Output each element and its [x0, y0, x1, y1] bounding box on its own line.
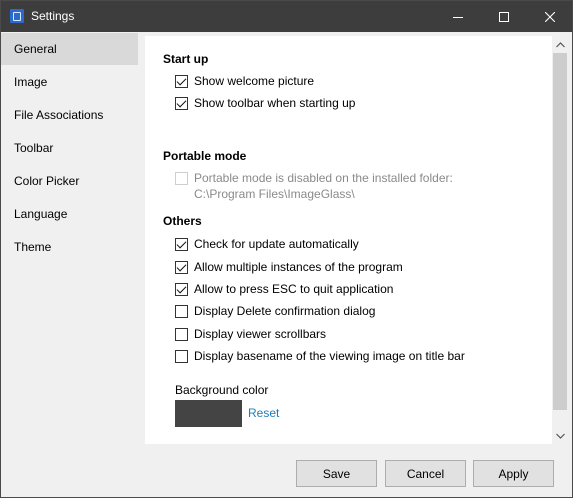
apply-button[interactable]: Apply — [473, 460, 554, 487]
portable-mode-checkbox: Portable mode is disabled on the install… — [175, 170, 453, 186]
sidebar-item-toolbar[interactable]: Toolbar — [1, 132, 138, 164]
sidebar-item-language[interactable]: Language — [1, 198, 138, 230]
maximize-icon — [499, 11, 509, 22]
portable-mode-heading: Portable mode — [163, 149, 247, 163]
scroll-down-button[interactable] — [552, 427, 569, 444]
title-bar: Settings — [1, 1, 572, 32]
multiple-instances-checkbox[interactable]: Allow multiple instances of the program — [175, 259, 403, 275]
sidebar-item-image[interactable]: Image — [1, 66, 138, 98]
minimize-icon — [453, 16, 463, 18]
esc-quit-checkbox[interactable]: Allow to press ESC to quit application — [175, 281, 393, 297]
sidebar-item-color-picker[interactable]: Color Picker — [1, 165, 138, 197]
window-title: Settings — [31, 9, 75, 23]
reset-link[interactable]: Reset — [248, 406, 279, 420]
delete-confirmation-checkbox[interactable]: Display Delete confirmation dialog — [175, 303, 375, 319]
sidebar-item-theme[interactable]: Theme — [1, 231, 138, 263]
sidebar-item-general[interactable]: General — [1, 33, 138, 65]
check-icon — [175, 282, 188, 296]
minimize-button[interactable] — [435, 1, 481, 32]
show-toolbar-checkbox[interactable]: Show toolbar when starting up — [175, 95, 355, 111]
maximize-button[interactable] — [481, 1, 527, 32]
checkbox-box — [175, 349, 188, 363]
save-button[interactable]: Save — [296, 460, 377, 487]
dialog-footer: Save Cancel Apply — [1, 444, 572, 497]
portable-mode-path: C:\Program Files\ImageGlass\ — [194, 187, 355, 201]
checkbox-box — [175, 304, 188, 318]
close-button[interactable] — [527, 1, 572, 32]
check-icon — [175, 74, 188, 88]
check-icon — [175, 260, 188, 274]
scrollbar-thumb[interactable] — [553, 53, 567, 410]
check-icon — [175, 237, 188, 251]
check-icon — [175, 96, 188, 110]
sidebar-item-file-associations[interactable]: File Associations — [1, 99, 138, 131]
app-icon — [10, 9, 24, 23]
background-color-label: Background color — [175, 383, 269, 397]
show-welcome-picture-checkbox[interactable]: Show welcome picture — [175, 73, 314, 89]
scroll-down-icon — [556, 433, 565, 439]
checkbox-box — [175, 171, 188, 185]
background-color-swatch[interactable] — [175, 400, 242, 427]
basename-title-checkbox[interactable]: Display basename of the viewing image on… — [175, 348, 465, 364]
startup-heading: Start up — [163, 52, 209, 66]
settings-sidebar: General Image File Associations Toolbar … — [1, 32, 145, 497]
settings-window: Settings General Image File Associations… — [0, 0, 573, 498]
scroll-up-button[interactable] — [552, 36, 569, 53]
close-icon — [545, 11, 555, 22]
general-settings-panel: Start up Show welcome picture Show toolb… — [145, 36, 552, 444]
scroll-up-icon — [556, 41, 565, 47]
check-update-checkbox[interactable]: Check for update automatically — [175, 236, 359, 252]
checkbox-box — [175, 327, 188, 341]
others-heading: Others — [163, 214, 202, 228]
vertical-scrollbar[interactable] — [552, 36, 569, 444]
cancel-button[interactable]: Cancel — [385, 460, 466, 487]
viewer-scrollbars-checkbox[interactable]: Display viewer scrollbars — [175, 326, 326, 342]
